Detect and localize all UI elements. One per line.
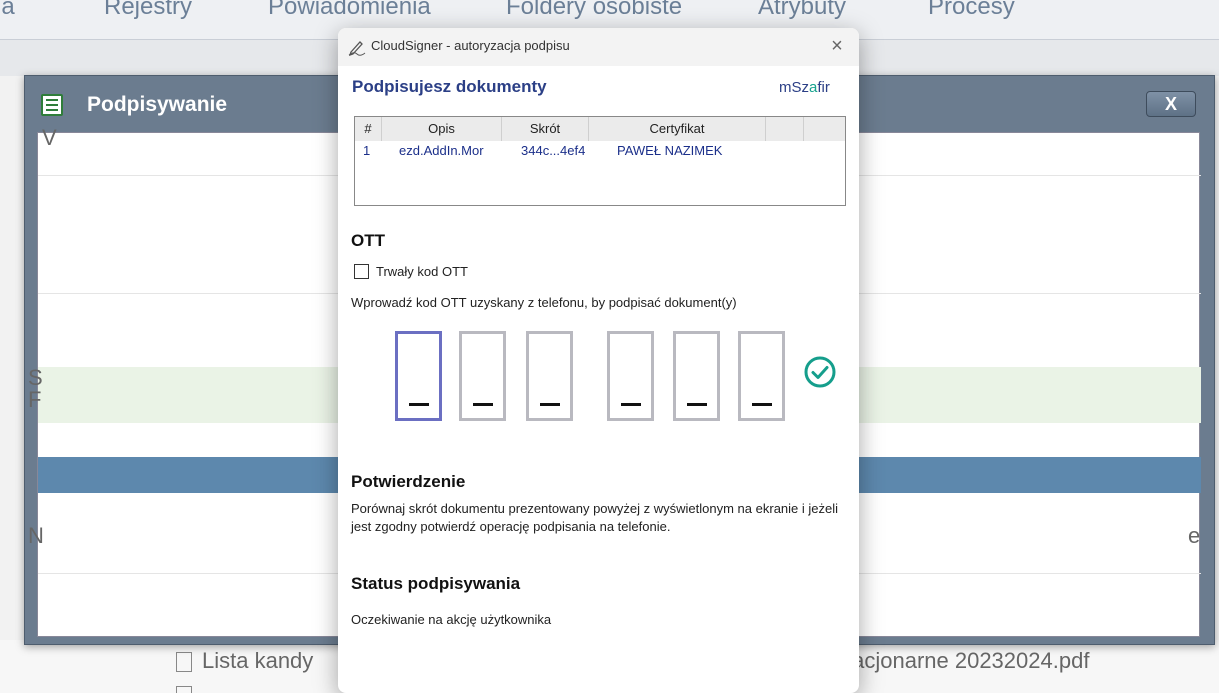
table-cell-opis: ezd.AddIn.Mor [399, 143, 484, 158]
modal-close-button[interactable]: X [1146, 91, 1196, 117]
file-icon [176, 686, 192, 693]
ott-digit-input-2[interactable] [459, 331, 506, 421]
edge-letter: e [1188, 523, 1201, 548]
table-cell-certyfikat: PAWEŁ NAZIMEK [617, 143, 723, 158]
column-header-opis[interactable]: Opis [382, 117, 502, 141]
confirmation-text: Porównaj skrót dokumentu prezentowany po… [351, 501, 839, 534]
dialog-close-button[interactable]: × [824, 33, 850, 59]
ott-digit-input-5[interactable] [673, 331, 720, 421]
table-cell-skrot: 344c...4ef4 [521, 143, 586, 158]
documents-table: # Opis Skrót Certyfikat 1 ezd.AddIn.Mor … [354, 116, 846, 206]
confirm-check-icon[interactable] [804, 356, 836, 388]
modal-title: Podpisywanie [87, 93, 228, 116]
column-header-empty[interactable] [766, 117, 804, 141]
column-header-skrot[interactable]: Skrót [502, 117, 589, 141]
ott-digit-input-6[interactable] [738, 331, 785, 421]
document-link[interactable]: Lista kandy [202, 648, 313, 674]
permanent-ott-checkbox[interactable] [354, 264, 369, 279]
pen-signature-icon [348, 41, 366, 56]
nav-item-rejestry[interactable]: Rejestry [104, 0, 192, 21]
column-header-certyfikat[interactable]: Certyfikat [589, 117, 766, 141]
ott-digit-input-4[interactable] [607, 331, 654, 421]
ott-digit-input-3[interactable] [526, 331, 573, 421]
confirmation-section-title: Potwierdzenie [351, 472, 466, 491]
nav-item-powiadomienia[interactable]: Powiadomienia [268, 0, 431, 21]
mszafir-logo: mSzafir [779, 79, 830, 96]
ott-section-title: OTT [351, 231, 385, 250]
edge-letter: F [28, 387, 42, 412]
table-cell-number: 1 [363, 143, 371, 158]
dialog-heading: Podpisujesz dokumenty [352, 77, 547, 96]
pdf-file-icon [176, 652, 192, 672]
document-link[interactable]: tacjonarne 20232024.pdf [846, 648, 1089, 674]
nav-item-foldery-osobiste[interactable]: Foldery osobiste [506, 0, 682, 21]
status-text: Oczekiwanie na akcję użytkownika [351, 612, 552, 627]
permanent-ott-label[interactable]: Trwały kod OTT [376, 264, 468, 279]
column-header-empty[interactable] [804, 117, 845, 141]
dialog-title: CloudSigner - autoryzacja podpisu [371, 38, 570, 53]
edge-letter: N [28, 523, 44, 548]
nav-item[interactable]: ia [0, 0, 15, 21]
ott-digit-input-1[interactable] [395, 331, 442, 421]
edge-letter: V [42, 125, 57, 150]
ott-hint-text: Wprowadź kod OTT uzyskany z telefonu, by… [351, 295, 737, 310]
nav-item-atrybuty[interactable]: Atrybuty [758, 0, 846, 21]
dialog-titlebar: CloudSigner - autoryzacja podpisu × [338, 28, 859, 66]
nav-item-procesy[interactable]: Procesy [928, 0, 1015, 21]
status-section-title: Status podpisywania [351, 574, 521, 593]
cloudsigner-dialog: CloudSigner - autoryzacja podpisu × Podp… [338, 28, 859, 693]
column-header-number[interactable]: # [355, 117, 382, 141]
form-icon [41, 94, 63, 116]
